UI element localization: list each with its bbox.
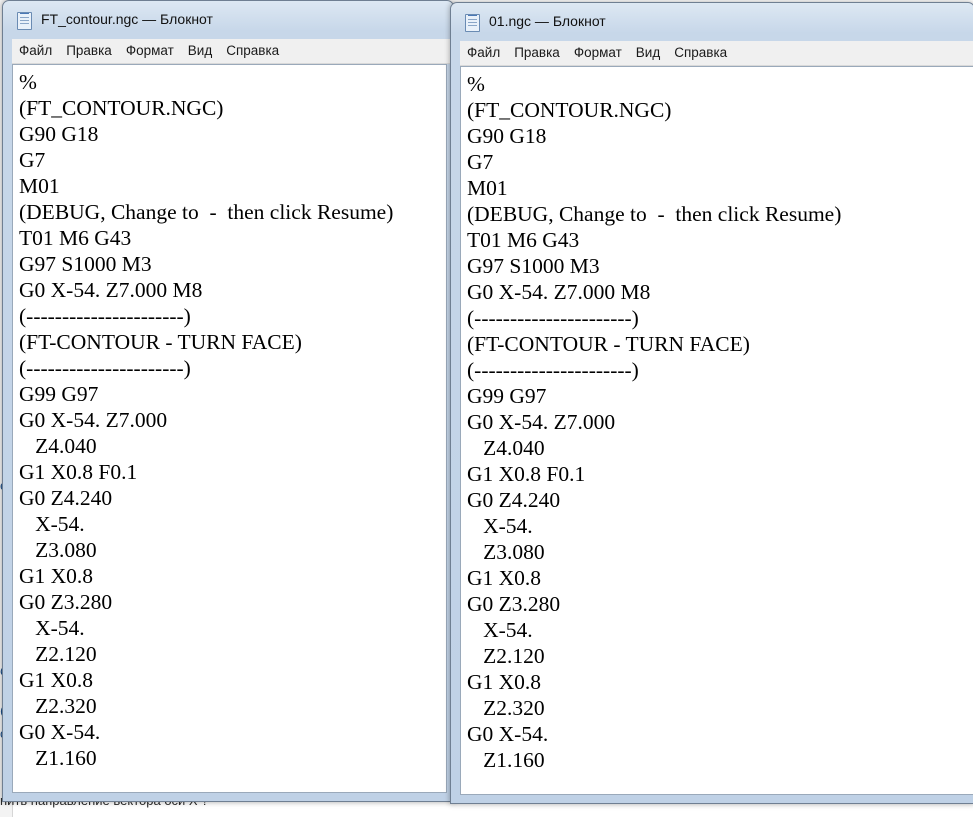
- code-line: Z2.320: [467, 696, 545, 720]
- code-line: G1 X0.8 F0.1: [19, 460, 138, 484]
- code-line: G1 X0.8 F0.1: [467, 462, 586, 486]
- code-line: G7: [467, 150, 494, 174]
- code-line: %: [19, 70, 37, 94]
- notepad-window-ft-contour[interactable]: FT_contour.ngc — Блокнот Файл Правка Фор…: [2, 0, 454, 802]
- code-line: G0 X-54.: [19, 720, 101, 744]
- code-line: G99 G97: [19, 382, 99, 406]
- code-line: (DEBUG, Change to - then click Resume): [467, 202, 842, 226]
- menu-file[interactable]: Файл: [12, 39, 59, 63]
- code-line: G0 X-54. Z7.000 M8: [467, 280, 651, 304]
- menu-help[interactable]: Справка: [667, 41, 734, 65]
- code-line: G99 G97: [467, 384, 547, 408]
- code-line: G97 S1000 M3: [467, 254, 600, 278]
- code-line: Z4.040: [467, 436, 545, 460]
- code-line: G1 X0.8: [467, 566, 542, 590]
- code-line: (----------------------): [19, 304, 191, 328]
- code-line: %: [467, 72, 485, 96]
- code-line: X-54.: [19, 616, 85, 640]
- code-line: X-54.: [467, 514, 533, 538]
- code-line: (FT-CONTOUR - TURN FACE): [19, 330, 302, 354]
- title-bar[interactable]: 01.ngc — Блокнот: [451, 3, 973, 39]
- menu-file[interactable]: Файл: [460, 41, 507, 65]
- text-editor-area[interactable]: % (FT_CONTOUR.NGC) G90 G18 G7 M01 (DEBUG, Cha…: [460, 66, 973, 795]
- menu-bar: Файл Правка Формат Вид Справка: [460, 41, 973, 66]
- code-line: Z4.040: [19, 434, 97, 458]
- code-line: (----------------------): [467, 358, 639, 382]
- code-lines: % (FT_CONTOUR.NGC) G90 G18 G7 M01 (DEBUG, Cha…: [461, 67, 973, 773]
- menu-edit[interactable]: Правка: [507, 41, 567, 65]
- code-line: X-54.: [19, 512, 85, 536]
- menu-view[interactable]: Вид: [629, 41, 667, 65]
- code-line: Z2.320: [19, 694, 97, 718]
- code-line: G0 Z4.240: [467, 488, 561, 512]
- code-line: Z1.160: [19, 746, 97, 770]
- code-line: G1 X0.8: [19, 564, 94, 588]
- menu-format[interactable]: Формат: [119, 39, 181, 63]
- code-line: G97 S1000 M3: [19, 252, 152, 276]
- menu-view[interactable]: Вид: [181, 39, 219, 63]
- code-line: T01 M6 G43: [467, 228, 580, 252]
- notepad-window-01[interactable]: 01.ngc — Блокнот Файл Правка Формат Вид …: [450, 2, 973, 804]
- code-line: G1 X0.8: [19, 668, 94, 692]
- code-line: Z3.080: [467, 540, 545, 564]
- code-line: X-54.: [467, 618, 533, 642]
- code-line: G0 X-54.: [467, 722, 549, 746]
- code-line: G0 Z3.280: [19, 590, 113, 614]
- code-line: G7: [19, 148, 46, 172]
- notepad-icon: [17, 12, 32, 30]
- code-line: G90 G18: [19, 122, 99, 146]
- code-line: Z2.120: [19, 642, 97, 666]
- code-line: (FT_CONTOUR.NGC): [467, 98, 672, 122]
- code-line: Z3.080: [19, 538, 97, 562]
- notepad-icon: [465, 14, 480, 32]
- code-line: G0 X-54. Z7.000: [19, 408, 168, 432]
- window-title: FT_contour.ngc — Блокнот: [41, 11, 213, 27]
- menu-format[interactable]: Формат: [567, 41, 629, 65]
- code-line: T01 M6 G43: [19, 226, 132, 250]
- code-line: (FT_CONTOUR.NGC): [19, 96, 224, 120]
- title-bar[interactable]: FT_contour.ngc — Блокнот: [3, 1, 453, 37]
- menu-help[interactable]: Справка: [219, 39, 286, 63]
- code-line: G0 Z4.240: [19, 486, 113, 510]
- code-line: (----------------------): [19, 356, 191, 380]
- code-line: G0 X-54. Z7.000: [467, 410, 616, 434]
- code-lines: % (FT_CONTOUR.NGC) G90 G18 G7 M01 (DEBUG, Cha…: [13, 65, 446, 771]
- code-line: G0 Z3.280: [467, 592, 561, 616]
- code-line: G0 X-54. Z7.000 M8: [19, 278, 203, 302]
- code-line: (----------------------): [467, 306, 639, 330]
- code-line: G90 G18: [467, 124, 547, 148]
- code-line: M01: [467, 176, 508, 200]
- menu-edit[interactable]: Правка: [59, 39, 119, 63]
- code-line: (DEBUG, Change to - then click Resume): [19, 200, 394, 224]
- text-editor-area[interactable]: % (FT_CONTOUR.NGC) G90 G18 G7 M01 (DEBUG, Cha…: [12, 64, 447, 793]
- window-title: 01.ngc — Блокнот: [489, 13, 606, 29]
- code-line: (FT-CONTOUR - TURN FACE): [467, 332, 750, 356]
- menu-bar: Файл Правка Формат Вид Справка: [12, 39, 453, 64]
- code-line: Z2.120: [467, 644, 545, 668]
- code-line: G1 X0.8: [467, 670, 542, 694]
- code-line: M01: [19, 174, 60, 198]
- code-line: Z1.160: [467, 748, 545, 772]
